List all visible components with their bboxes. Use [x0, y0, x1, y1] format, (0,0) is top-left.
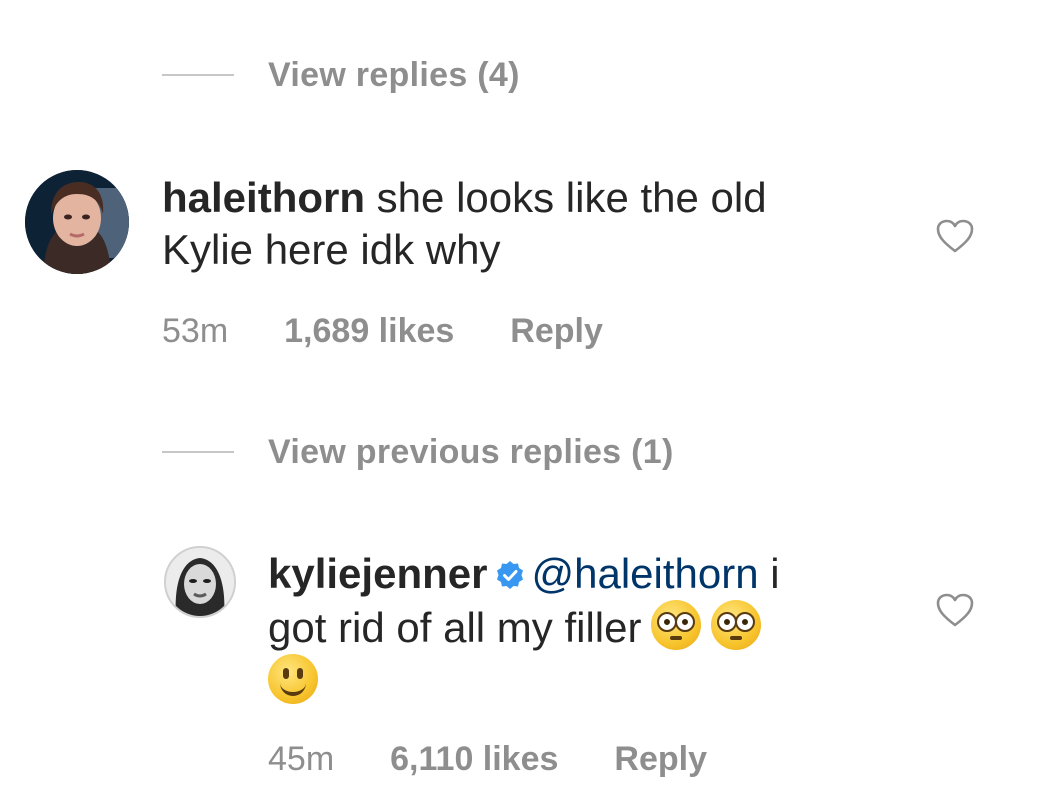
- divider-line: [162, 451, 234, 453]
- view-previous-replies-label: View previous replies (1): [268, 432, 674, 471]
- comment-body-line1: she looks like the old: [365, 174, 767, 221]
- comment-time: 53m: [162, 312, 229, 350]
- comment-haleithorn: haleithorn she looks like the old Kylie …: [162, 172, 882, 276]
- flushed-face-emoji-icon: [651, 600, 702, 650]
- comment-body-line1: i: [758, 550, 780, 597]
- comment-likes[interactable]: 6,110 likes: [390, 740, 558, 779]
- avatar-image: [25, 170, 129, 274]
- like-heart-icon[interactable]: [935, 218, 975, 254]
- view-replies-label: View replies (4): [268, 55, 520, 94]
- comment-username[interactable]: haleithorn: [162, 174, 365, 221]
- comment-likes[interactable]: 1,689 likes: [284, 312, 454, 351]
- comment-kyliejenner: kyliejenner @haleithorn i got rid of all …: [268, 548, 868, 708]
- avatar-image: [166, 548, 234, 616]
- comment-time: 45m: [268, 740, 335, 778]
- comment-username[interactable]: kyliejenner: [268, 550, 487, 597]
- reply-button[interactable]: Reply: [510, 312, 603, 351]
- comment-body-line2: Kylie here idk why: [162, 226, 501, 273]
- comment-meta: 45m 6,110 likes Reply: [268, 740, 707, 779]
- comment-meta: 53m 1,689 likes Reply: [162, 312, 603, 351]
- flushed-face-emoji-icon: [711, 600, 762, 650]
- verified-badge-icon: [497, 561, 524, 589]
- view-previous-replies-toggle[interactable]: View previous replies (1): [162, 432, 674, 472]
- avatar-haleithorn[interactable]: [25, 170, 129, 274]
- like-heart-icon[interactable]: [935, 592, 975, 628]
- divider-line: [162, 74, 234, 76]
- reply-button[interactable]: Reply: [614, 740, 707, 779]
- avatar-kyliejenner[interactable]: [164, 546, 236, 618]
- mention-link[interactable]: @haleithorn: [531, 550, 758, 597]
- view-replies-toggle[interactable]: View replies (4): [162, 55, 520, 95]
- comment-body-line2: got rid of all my filler: [268, 604, 642, 651]
- slightly-smiling-face-emoji-icon: [268, 654, 318, 704]
